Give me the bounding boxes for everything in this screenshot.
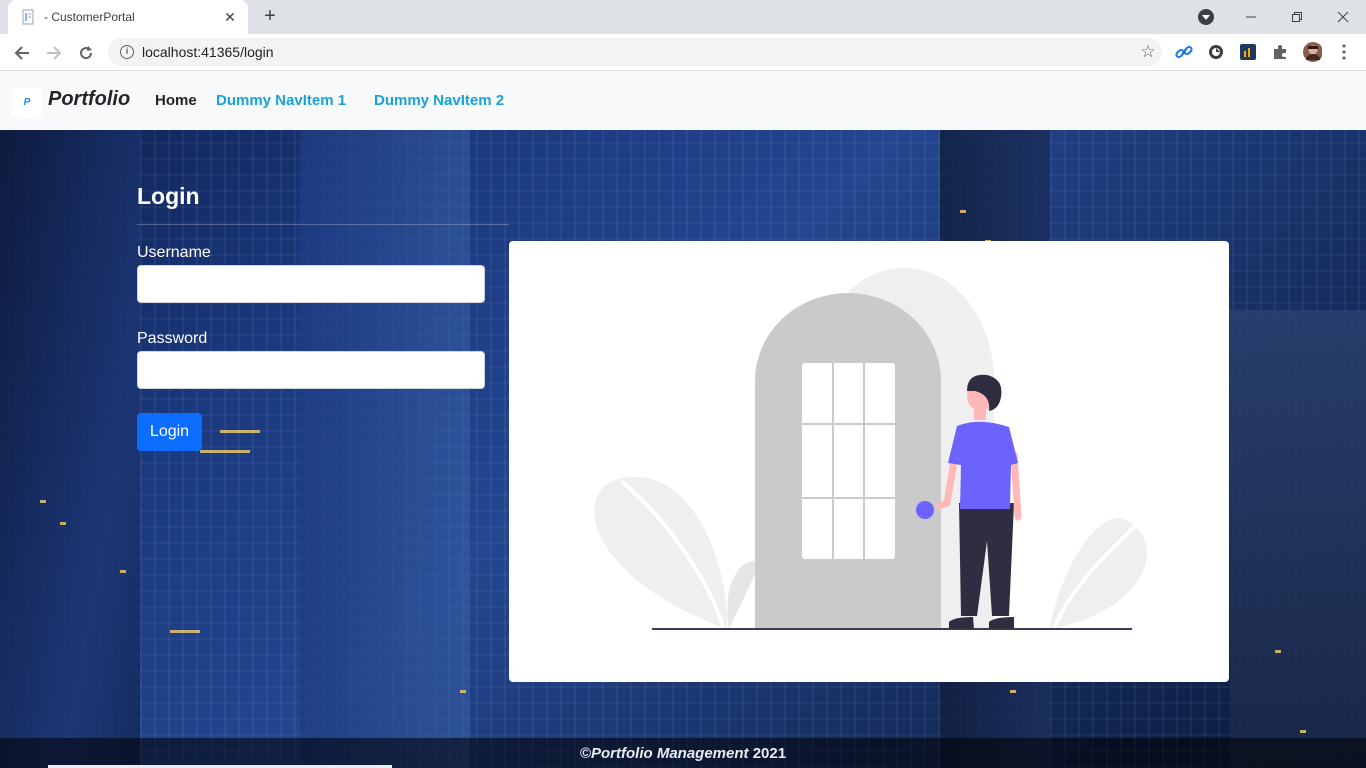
new-tab-button[interactable]: + (258, 5, 282, 29)
back-arrow-icon[interactable] (9, 40, 35, 66)
link-extension-icon[interactable] (1174, 42, 1194, 62)
browser-tab[interactable]: - CustomerPortal ✕ (8, 0, 248, 34)
username-label: Username (137, 244, 211, 261)
copyright-symbol: © (579, 744, 591, 762)
tab-search-icon[interactable] (1198, 9, 1214, 25)
app-navbar: P Portfolio Home Dummy NavItem 1 Dummy N… (0, 71, 1366, 130)
browser-menu-icon[interactable] (1334, 42, 1354, 62)
password-input[interactable] (137, 351, 485, 389)
address-bar[interactable]: i localhost:41365/login ☆ (108, 38, 1162, 66)
page-footer: ©Portfolio Management 2021 (0, 738, 1366, 768)
login-button[interactable]: Login (137, 413, 202, 451)
tab-close-icon[interactable]: ✕ (222, 9, 238, 26)
bookmark-star-icon[interactable]: ☆ (1134, 42, 1162, 62)
door-person-illustration (594, 267, 1147, 630)
nav-link-home[interactable]: Home (155, 92, 197, 109)
site-info-icon[interactable]: i (120, 45, 134, 59)
close-window-button[interactable] (1320, 0, 1366, 34)
illustration-card (509, 241, 1229, 682)
page-favicon-icon (20, 9, 36, 25)
minimize-button[interactable] (1228, 0, 1274, 34)
forward-arrow-icon[interactable] (41, 40, 67, 66)
footer-copyright: ©Portfolio Management 2021 (580, 745, 786, 762)
brand-name[interactable]: Portfolio (48, 88, 130, 111)
footer-year: 2021 (752, 744, 787, 762)
nav-link-dummy-2[interactable]: Dummy NavItem 2 (374, 92, 504, 109)
extensions-puzzle-icon[interactable] (1270, 42, 1290, 62)
chart-extension-icon[interactable] (1238, 42, 1258, 62)
brand-logo[interactable]: P (12, 87, 42, 117)
tab-title: - CustomerPortal (44, 10, 135, 24)
browser-tabstrip: - CustomerPortal ✕ + (0, 0, 1366, 34)
title-divider (137, 224, 509, 225)
username-input[interactable] (137, 265, 485, 303)
restore-button[interactable] (1274, 0, 1320, 34)
url-text: localhost:41365/login (142, 44, 274, 60)
login-title: Login (137, 183, 200, 209)
reload-icon[interactable] (73, 40, 99, 66)
profile-avatar-icon[interactable] (1302, 42, 1322, 62)
footer-company: Portfolio Management (591, 744, 749, 762)
password-label: Password (137, 330, 208, 347)
circle-extension-icon[interactable] (1206, 42, 1226, 62)
browser-toolbar: i localhost:41365/login ☆ (0, 34, 1366, 71)
nav-link-dummy-1[interactable]: Dummy NavItem 1 (216, 92, 346, 109)
brand-logo-letter: P (23, 96, 31, 108)
